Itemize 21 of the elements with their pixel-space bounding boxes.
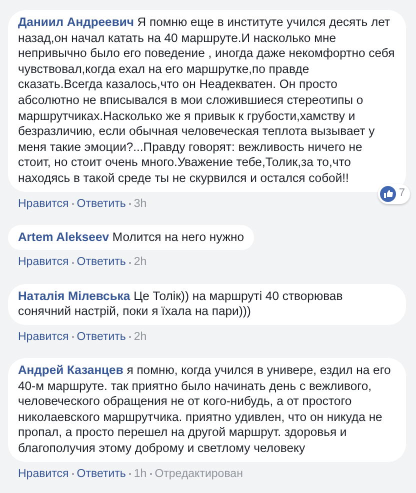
author-link[interactable]: Наталія Мілевська	[18, 288, 130, 303]
edited-label: Отредактирован	[154, 466, 243, 482]
author-link[interactable]: Artem Alekseev	[18, 230, 110, 244]
action-link[interactable]: Нравится	[18, 254, 69, 272]
action-link[interactable]: Нравится	[18, 466, 69, 483]
author-link[interactable]: Даниил Андреевич	[18, 15, 134, 29]
action-link[interactable]: Ответить	[76, 466, 126, 483]
comment-text: Artem Alekseev Молится на него нужно	[18, 230, 244, 246]
author-link[interactable]: Андрей Казанцев	[18, 363, 124, 378]
thumbs-up-icon	[380, 186, 396, 202]
action-link[interactable]: Ответить	[76, 328, 126, 346]
action-link[interactable]: Ответить	[76, 254, 126, 272]
action-link[interactable]: Нравится	[18, 196, 69, 213]
timestamp: 2h	[134, 255, 147, 270]
action-link[interactable]: Нравится	[18, 328, 69, 346]
timestamp: 2h	[134, 330, 147, 345]
comment-text: Андрей Казанцев я помню, когда учился в универе, ездил на его 40-м маршруте. так приятно было начинать день с вежливого, человеческого обращения не от кого-нибудь, а от простого николаевского маршрутчика. приятно удивлен, что он никуда не пропал, а просто перешел на другой маршрут. здоровья и благополучия этому доброму и светлому человеку	[18, 363, 392, 457]
comment-text: Наталія Мілевська Це Толік)) на маршруті 40 створював сонячний настрій, поки я їхала на пари)))	[18, 288, 344, 320]
timestamp: 3h	[134, 196, 147, 212]
timestamp: 1h	[134, 466, 147, 482]
action-link[interactable]: Ответить	[76, 196, 126, 213]
